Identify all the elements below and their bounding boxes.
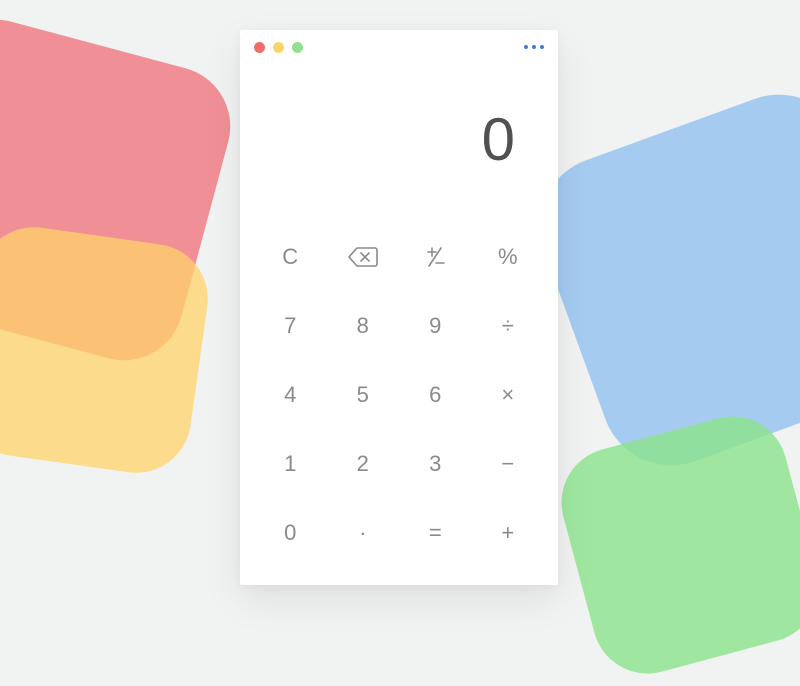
percent-key[interactable]: %: [472, 222, 545, 291]
two-key[interactable]: 2: [327, 430, 400, 499]
backspace-icon: [348, 247, 378, 267]
divide-key[interactable]: ÷: [472, 291, 545, 360]
decorative-blob-blue: [520, 75, 800, 485]
four-key[interactable]: 4: [254, 360, 327, 429]
one-key[interactable]: 1: [254, 430, 327, 499]
plus-minus-icon: [424, 246, 446, 268]
three-key[interactable]: 3: [399, 430, 472, 499]
decorative-blob-yellow: [0, 220, 215, 480]
maximize-button[interactable]: [292, 42, 303, 53]
plus-minus-key[interactable]: [399, 222, 472, 291]
display-value: 0: [482, 105, 516, 174]
zero-key[interactable]: 0: [254, 499, 327, 568]
display: 0: [240, 64, 558, 222]
eight-key[interactable]: 8: [327, 291, 400, 360]
nine-key[interactable]: 9: [399, 291, 472, 360]
backspace-key[interactable]: [327, 222, 400, 291]
more-dot-icon: [532, 45, 536, 49]
seven-key[interactable]: 7: [254, 291, 327, 360]
clear-key[interactable]: C: [254, 222, 327, 291]
more-dot-icon: [524, 45, 528, 49]
calculator-window: 0 C % 7 8 9 ÷ 4 5 6 × 1 2: [240, 30, 558, 585]
close-button[interactable]: [254, 42, 265, 53]
multiply-key[interactable]: ×: [472, 360, 545, 429]
plus-key[interactable]: +: [472, 499, 545, 568]
decorative-blob-green: [549, 404, 800, 686]
decimal-key[interactable]: ·: [327, 499, 400, 568]
keypad: C % 7 8 9 ÷ 4 5 6 × 1 2 3 −: [240, 222, 558, 580]
more-dot-icon: [540, 45, 544, 49]
decorative-blob-red: [0, 6, 244, 373]
minus-key[interactable]: −: [472, 430, 545, 499]
equals-key[interactable]: =: [399, 499, 472, 568]
six-key[interactable]: 6: [399, 360, 472, 429]
titlebar: [240, 30, 558, 64]
five-key[interactable]: 5: [327, 360, 400, 429]
minimize-button[interactable]: [273, 42, 284, 53]
more-button[interactable]: [524, 45, 544, 49]
traffic-lights: [254, 42, 303, 53]
